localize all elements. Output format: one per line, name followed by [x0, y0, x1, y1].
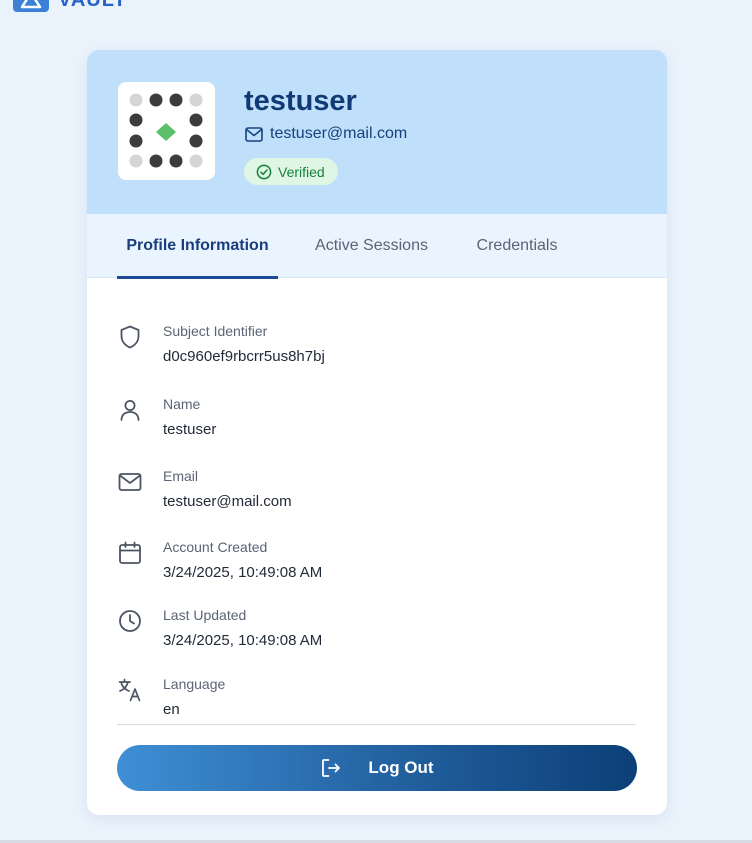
field-label: Account Created [163, 539, 268, 555]
field-label: Email [163, 468, 199, 484]
tab-bar: Profile Information Active Sessions Cred… [87, 214, 667, 279]
field-last-updated: Last Updated 3/24/2025, 10:49:08 AM [117, 606, 637, 652]
tab-profile-information[interactable]: Profile Information [117, 214, 278, 279]
brand-name: VAULT [58, 0, 127, 12]
field-label: Name [163, 396, 201, 412]
translate-icon [118, 678, 141, 702]
field-value: 3/24/2025, 10:49:08 AM [163, 632, 323, 649]
logout-icon [322, 759, 341, 777]
logout-label: Log Out [368, 758, 434, 777]
profile-fields: Subject Identifier d0c960ef9rbcrr5us8h7b… [87, 278, 667, 724]
field-name: Name testuser [117, 395, 637, 441]
logout-button[interactable]: Log Out [117, 745, 637, 791]
brand: VAULT [12, 0, 127, 14]
field-value: testuser@mail.com [163, 493, 292, 510]
calendar-icon [119, 541, 141, 564]
vault-logo-icon [13, 0, 49, 12]
profile-header: testuser testuser@mail.com Verified [87, 50, 667, 214]
shield-icon [120, 325, 140, 349]
check-circle-icon [256, 164, 272, 179]
tab-credentials[interactable]: Credentials [464, 214, 570, 278]
mail-icon [245, 126, 263, 142]
field-value: 3/24/2025, 10:49:08 AM [163, 564, 323, 581]
profile-card: testuser testuser@mail.com Verified Prof… [87, 50, 667, 815]
field-value: en [163, 701, 180, 718]
tab-active-sessions[interactable]: Active Sessions [300, 214, 443, 278]
field-value: d0c960ef9rbcrr5us8h7bj [163, 348, 325, 365]
field-value: testuser [163, 421, 217, 438]
divider [117, 724, 636, 725]
field-label: Language [163, 676, 226, 692]
mail-icon [118, 473, 142, 491]
field-subject-identifier: Subject Identifier d0c960ef9rbcrr5us8h7b… [117, 322, 637, 368]
header-email-text: testuser@mail.com [270, 125, 408, 142]
header-email: testuser@mail.com [245, 125, 407, 143]
field-label: Last Updated [163, 607, 247, 623]
user-icon [120, 400, 140, 421]
username: testuser [244, 85, 357, 117]
field-label: Subject Identifier [163, 323, 268, 339]
identicon-avatar [129, 93, 203, 168]
verified-label: Verified [278, 163, 325, 180]
clock-icon [119, 610, 141, 632]
verified-badge: Verified [244, 158, 338, 185]
field-language: Language en [117, 675, 637, 721]
avatar [118, 82, 215, 180]
field-email: Email testuser@mail.com [117, 467, 637, 513]
field-account-created: Account Created 3/24/2025, 10:49:08 AM [117, 538, 637, 584]
